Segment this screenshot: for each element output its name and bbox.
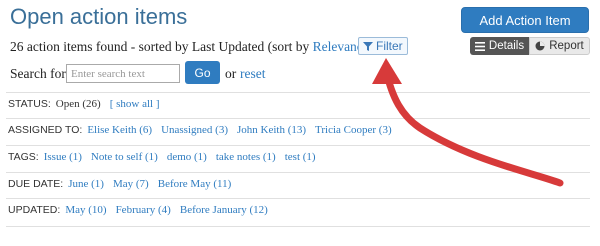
annotation-arrow (372, 58, 564, 187)
